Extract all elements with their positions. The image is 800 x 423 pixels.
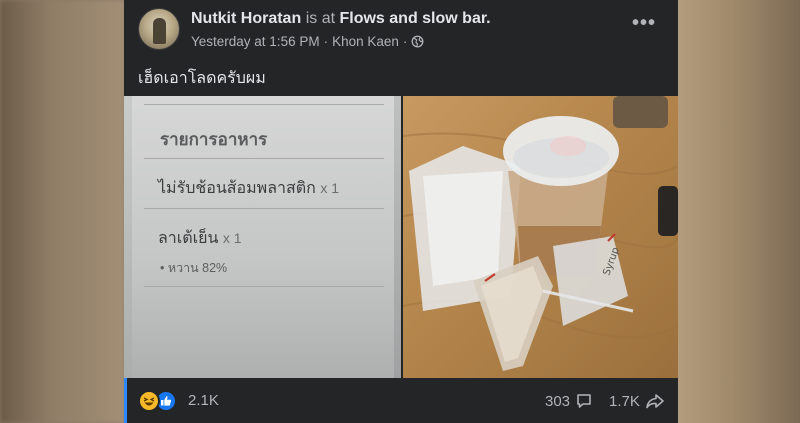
post-meta: Yesterday at 1:56 PM · Khon Kaen · [191,34,424,49]
share-count-button[interactable]: 1.7K [609,392,665,410]
checkin-place[interactable]: Flows and slow bar. [339,10,490,27]
globe-icon[interactable] [411,35,424,48]
receipt-item-name: ลาเต้เย็น [158,230,219,247]
share-icon [646,394,664,409]
receipt-item-qty: x 1 [320,180,339,196]
receipt-item: ลาเต้เย็น x 1 [158,226,242,251]
reactions-summary[interactable] [138,390,177,412]
post-timestamp[interactable]: Yesterday at 1:56 PM [191,34,320,49]
post-caption: เฮ็ดเอาโลดครับผม [138,70,266,87]
background-blur-left [0,0,125,423]
post-header: Nutkit Horatan is at Flows and slow bar. [191,10,491,28]
haha-icon [138,390,160,412]
avatar[interactable] [138,8,180,50]
receipt-rule [144,208,384,209]
receipt-item-option: • หวาน 82% [160,261,228,275]
post-location[interactable]: Khon Kaen [332,34,399,49]
receipt-rule [144,104,384,105]
comment-count: 303 [545,392,571,410]
photo-receipt[interactable]: รายการอาหาร ไม่รับช้อนส้อมพลาสติก x 1 ลา… [124,96,401,378]
receipt-item-qty: x 1 [222,230,242,246]
receipt-rule [144,158,384,159]
receipt-item-name: ไม่รับช้อนส้อมพลาสติก [158,180,316,197]
focus-accent [124,378,127,423]
more-options-button[interactable]: ••• [629,13,659,36]
receipt-item: ไม่รับช้อนส้อมพลาสติก x 1 [158,176,339,201]
author-name[interactable]: Nutkit Horatan [191,10,301,27]
reaction-count[interactable]: 2.1K [188,392,219,409]
receipt-heading: รายการอาหาร [160,130,268,149]
facebook-post: Nutkit Horatan is at Flows and slow bar.… [124,0,678,423]
avatar-figure [153,18,166,44]
meta-separator-2: · [402,34,408,49]
meta-separator: · [323,34,329,49]
receipt-rule [144,286,384,287]
checkin-connector: is at [305,10,336,27]
comment-count-button[interactable]: 303 [545,392,593,410]
photo-drink[interactable]: Syrup [403,96,678,378]
drink-photo-art: Syrup [403,96,678,371]
comment-icon [577,394,591,408]
background-blur-right [678,0,800,423]
share-count: 1.7K [609,392,640,410]
